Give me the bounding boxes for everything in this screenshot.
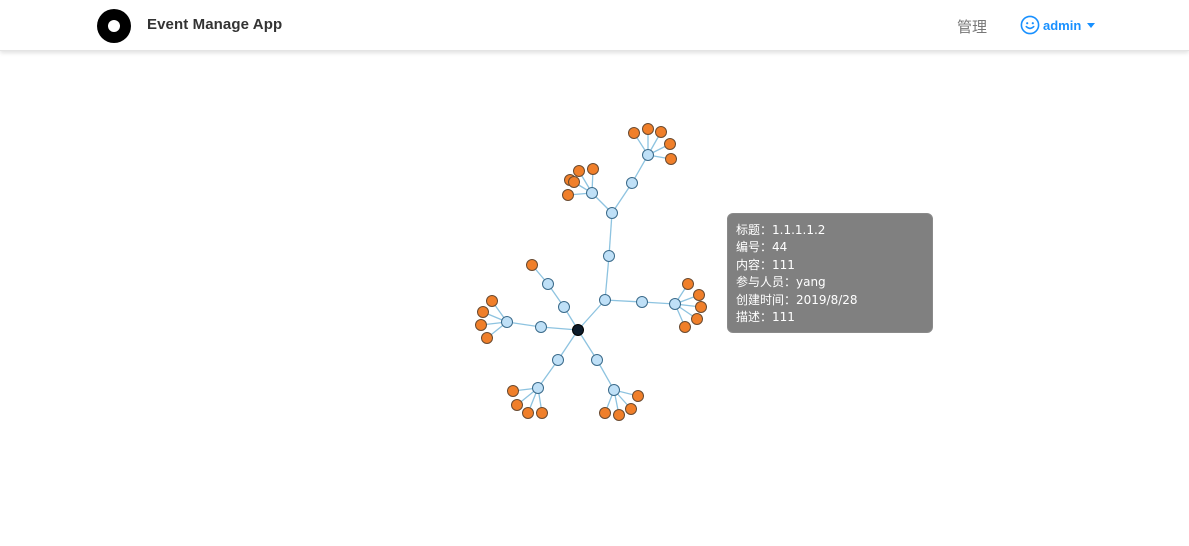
graph-node-leaf-f1l2[interactable] xyxy=(625,403,637,415)
app-logo[interactable] xyxy=(97,9,131,43)
app-title[interactable]: Event Manage App xyxy=(147,16,282,33)
graph-node-leaf-d1l3[interactable] xyxy=(475,319,487,331)
graph-node-leaf-a4l5[interactable] xyxy=(665,153,677,165)
tooltip-number: 编号：44 xyxy=(736,240,788,255)
graph-node-leaf-d1l4[interactable] xyxy=(481,332,493,344)
graph-node-leaf-a5l2[interactable] xyxy=(587,163,599,175)
graph-link-root-a xyxy=(577,299,606,331)
graph-link-a-a1 xyxy=(604,255,610,301)
event-graph[interactable] xyxy=(0,0,1189,546)
graph-node-leaf-f1l4[interactable] xyxy=(599,407,611,419)
graph-node-leaf-d1l2[interactable] xyxy=(477,306,489,318)
graph-node-leaf-b1l2[interactable] xyxy=(693,289,705,301)
tooltip-created-time: 创建时间：2019/8/28 xyxy=(736,292,858,307)
user-menu[interactable]: admin xyxy=(1020,14,1096,36)
graph-node-leaf-a4l2[interactable] xyxy=(642,123,654,135)
graph-nodes xyxy=(475,123,707,421)
graph-node-leaf-e1l4[interactable] xyxy=(536,407,548,419)
graph-node-branch-f1[interactable] xyxy=(608,384,620,396)
graph-link-a1-a2 xyxy=(608,212,613,257)
node-tooltip: 标题：1.1.1.1.2 编号：44 内容：111 参与人员：yang 创建时间… xyxy=(727,213,933,333)
graph-node-branch-a5[interactable] xyxy=(586,187,598,199)
logo-inner-circle xyxy=(108,20,120,32)
graph-node-branch-e[interactable] xyxy=(552,354,564,366)
graph-node-leaf-c2[interactable] xyxy=(526,259,538,271)
graph-node-leaf-d1l1[interactable] xyxy=(486,295,498,307)
tooltip-content: 内容：111 xyxy=(736,257,795,272)
graph-node-leaf-e1l3[interactable] xyxy=(522,407,534,419)
caret-down-icon xyxy=(1087,23,1096,28)
graph-node-leaf-a5l1[interactable] xyxy=(573,165,585,177)
graph-node-leaf-b1l3[interactable] xyxy=(695,301,707,313)
tooltip-participants: 参与人员：yang xyxy=(736,275,826,290)
graph-node-leaf-f1l1[interactable] xyxy=(632,390,644,402)
graph-node-branch-a4[interactable] xyxy=(642,149,654,161)
tooltip-title: 标题：1.1.1.1.2 xyxy=(736,223,826,237)
graph-node-branch-b[interactable] xyxy=(636,296,648,308)
graph-node-branch-c1[interactable] xyxy=(542,278,554,290)
graph-node-branch-b1[interactable] xyxy=(669,298,681,310)
graph-node-branch-e1[interactable] xyxy=(532,382,544,394)
nav-manage-link[interactable]: 管理 xyxy=(957,16,987,37)
smile-user-icon xyxy=(1020,15,1040,35)
tooltip-description: 描述：111 xyxy=(736,310,795,325)
graph-node-branch-c[interactable] xyxy=(558,301,570,313)
graph-node-leaf-b1l4[interactable] xyxy=(691,313,703,325)
graph-node-leaf-e1l2[interactable] xyxy=(511,399,523,411)
graph-node-leaf-a4l4[interactable] xyxy=(664,138,676,150)
graph-node-leaf-a4l3[interactable] xyxy=(655,126,667,138)
user-name: admin xyxy=(1043,17,1082,33)
graph-node-branch-a3[interactable] xyxy=(626,177,638,189)
graph-node-branch-d[interactable] xyxy=(535,321,547,333)
graph-node-branch-a1[interactable] xyxy=(603,250,615,262)
graph-node-branch-f[interactable] xyxy=(591,354,603,366)
graph-node-branch-d1[interactable] xyxy=(501,316,513,328)
graph-node-leaf-f1l3[interactable] xyxy=(613,409,625,421)
graph-node-branch-a2[interactable] xyxy=(606,207,618,219)
graph-node-branch-a[interactable] xyxy=(599,294,611,306)
graph-node-leaf-a4l1[interactable] xyxy=(628,127,640,139)
top-navbar: Event Manage App 管理 admin xyxy=(0,0,1189,51)
graph-node-leaf-a5l4[interactable] xyxy=(562,189,574,201)
graph-node-leaf-a5l5[interactable] xyxy=(568,176,580,188)
graph-node-leaf-e1l1[interactable] xyxy=(507,385,519,397)
graph-node-leaf-b1l5[interactable] xyxy=(679,321,691,333)
graph-node-leaf-b1l1[interactable] xyxy=(682,278,694,290)
graph-node-root-root[interactable] xyxy=(572,324,584,336)
